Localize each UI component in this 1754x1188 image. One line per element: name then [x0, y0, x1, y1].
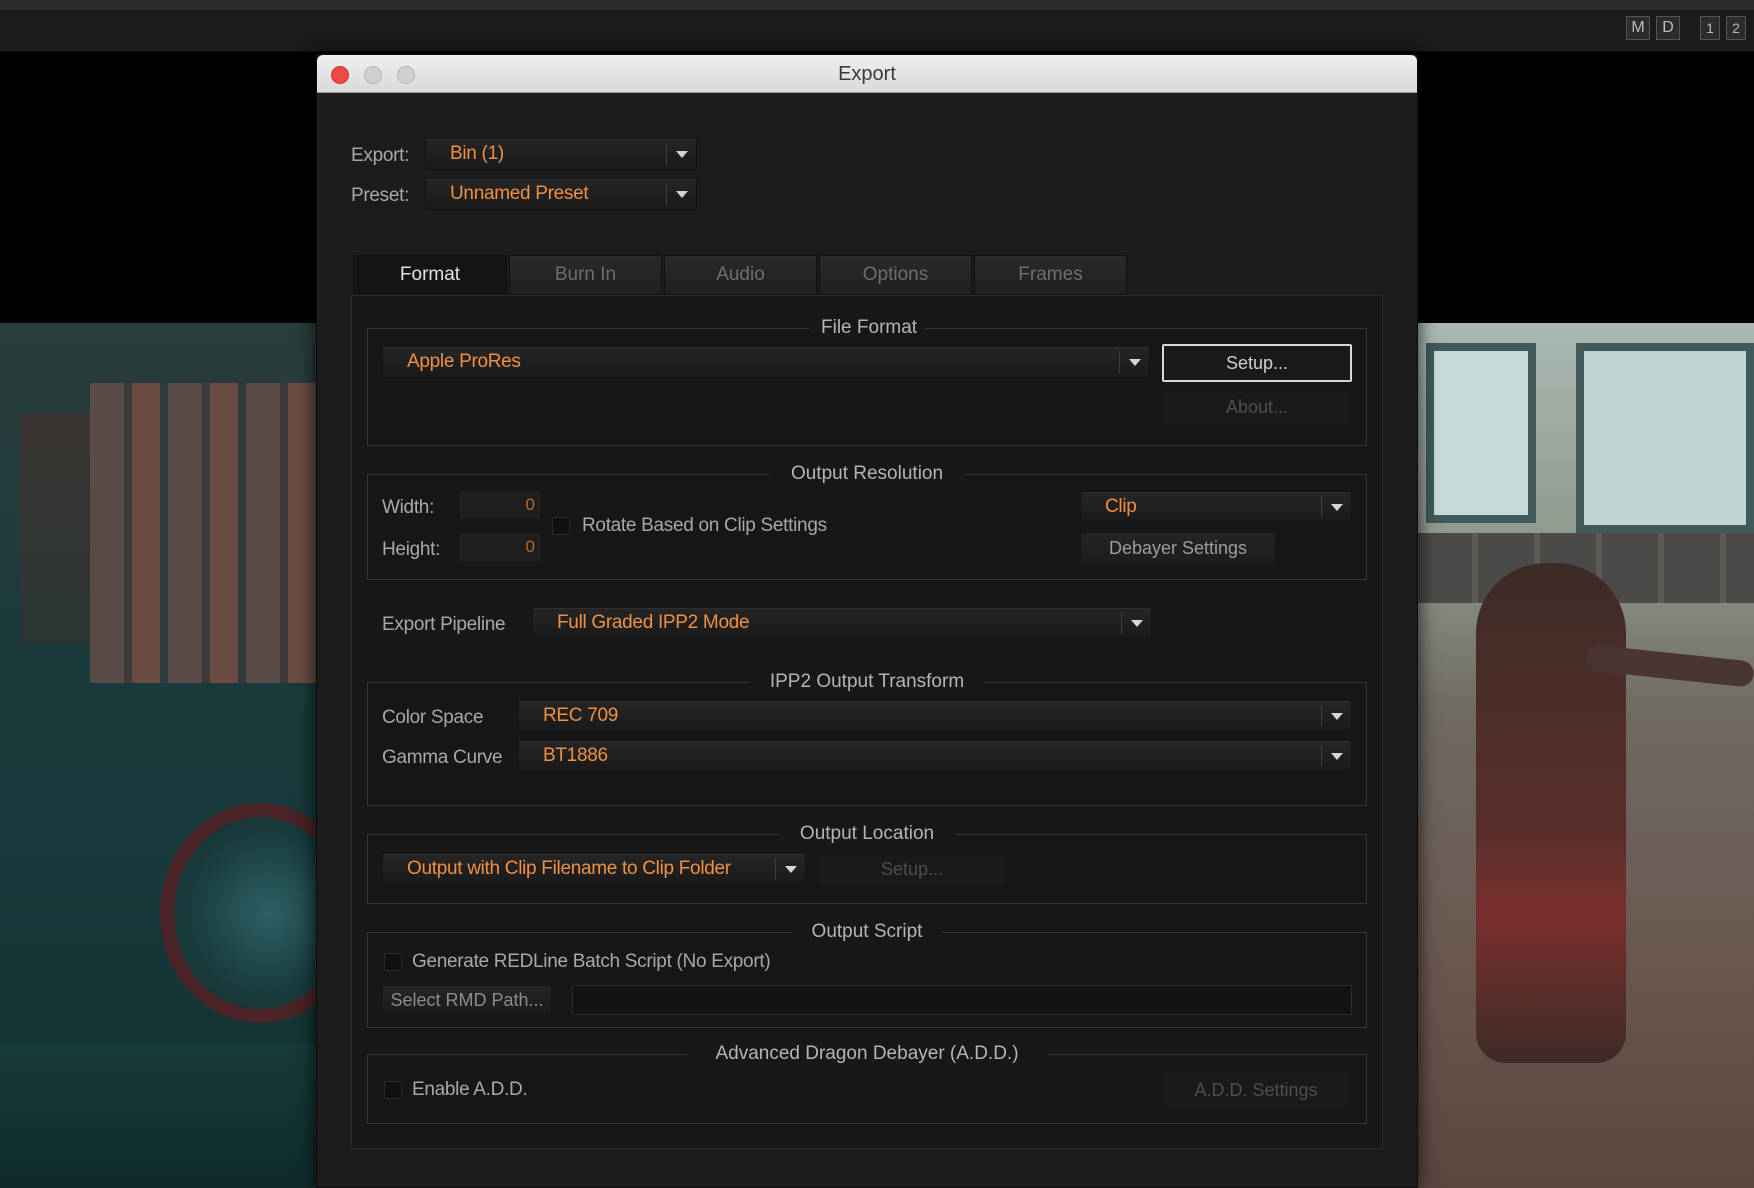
output-location-title: Output Location: [779, 822, 955, 846]
export-label: Export:: [351, 145, 410, 166]
m-button[interactable]: M: [1626, 16, 1650, 40]
background-left-frame: [0, 323, 360, 1188]
generate-script-checkbox[interactable]: [384, 953, 402, 971]
add-title: Advanced Dragon Debayer (A.D.D.): [687, 1042, 1047, 1066]
export-pipeline-value: Full Graded IPP2 Mode: [557, 612, 750, 633]
ipp2-title: IPP2 Output Transform: [750, 670, 984, 694]
height-field[interactable]: 0: [458, 532, 542, 562]
dialog-titlebar[interactable]: Export: [317, 55, 1417, 93]
gamma-curve-label: Gamma Curve: [382, 747, 503, 768]
dropdown-separator: [666, 183, 667, 205]
enable-add-checkbox[interactable]: [384, 1081, 402, 1099]
tab-frames[interactable]: Frames: [974, 255, 1127, 295]
app-top-bar: M D 1 2: [0, 0, 1754, 52]
minimize-icon[interactable]: [364, 66, 382, 84]
output-location-value: Output with Clip Filename to Clip Folder: [407, 858, 731, 879]
preset-value: Unnamed Preset: [450, 183, 589, 204]
posters-wall-left: [20, 413, 90, 643]
resolution-mode-dropdown[interactable]: Clip: [1080, 491, 1352, 523]
rotate-checkbox[interactable]: [552, 517, 570, 535]
preset-label: Preset:: [351, 185, 410, 206]
output-resolution-group: Width: 0 Height: 0 Rotate Based on Clip …: [367, 474, 1367, 580]
output-location-setup-button[interactable]: Setup...: [820, 853, 1004, 885]
dropdown-separator: [1119, 351, 1120, 373]
top-rim: [0, 0, 1754, 10]
add-settings-button[interactable]: A.D.D. Settings: [1160, 1071, 1352, 1109]
format-tab-panel: Apple ProRes Setup... About... File Form…: [351, 295, 1383, 1149]
export-pipeline-dropdown[interactable]: Full Graded IPP2 Mode: [532, 607, 1152, 639]
chevron-down-icon: [1331, 504, 1343, 511]
gamma-curve-dropdown[interactable]: BT1886: [518, 740, 1352, 772]
dropdown-separator: [1321, 705, 1322, 727]
select-rmd-path-button[interactable]: Select RMD Path...: [382, 985, 552, 1015]
zoom-icon[interactable]: [397, 66, 415, 84]
window-right: [1576, 343, 1754, 533]
width-label: Width:: [382, 497, 435, 518]
file-format-title: File Format: [809, 316, 925, 340]
color-space-label: Color Space: [382, 707, 484, 728]
rmd-path-field[interactable]: [572, 985, 1352, 1015]
file-format-value: Apple ProRes: [407, 351, 521, 372]
tab-audio[interactable]: Audio: [664, 255, 817, 295]
output-script-title: Output Script: [792, 920, 942, 944]
debayer-settings-button[interactable]: Debayer Settings: [1080, 532, 1276, 566]
file-format-group: Apple ProRes Setup... About...: [367, 328, 1367, 446]
color-space-value: REC 709: [543, 705, 618, 726]
file-format-about-button[interactable]: About...: [1162, 391, 1352, 425]
layout-1-button[interactable]: 1: [1700, 16, 1720, 40]
tab-options[interactable]: Options: [819, 255, 972, 295]
export-pipeline-label: Export Pipeline: [382, 614, 506, 635]
chevron-down-icon: [1331, 713, 1343, 720]
output-resolution-title: Output Resolution: [769, 462, 965, 486]
window-left: [1426, 343, 1536, 523]
width-field[interactable]: 0: [458, 490, 542, 520]
export-dialog: Export Export: Bin (1) Preset: Unnamed P…: [316, 54, 1418, 1188]
export-value: Bin (1): [450, 143, 504, 164]
layout-2-button[interactable]: 2: [1726, 16, 1746, 40]
dropdown-separator: [666, 143, 667, 165]
preset-dropdown[interactable]: Unnamed Preset: [425, 178, 697, 210]
color-space-dropdown[interactable]: REC 709: [518, 700, 1352, 732]
height-label: Height:: [382, 539, 441, 560]
chevron-down-icon: [1129, 359, 1141, 366]
enable-add-label: Enable A.D.D.: [412, 1079, 528, 1100]
tab-format[interactable]: Format: [353, 255, 507, 295]
rotate-label: Rotate Based on Clip Settings: [582, 515, 827, 536]
d-button[interactable]: D: [1656, 16, 1680, 40]
chevron-down-icon: [676, 151, 688, 158]
output-location-dropdown[interactable]: Output with Clip Filename to Clip Folder: [382, 853, 806, 885]
generate-script-label: Generate REDLine Batch Script (No Export…: [412, 951, 771, 972]
file-format-dropdown[interactable]: Apple ProRes: [382, 346, 1150, 378]
chevron-down-icon: [785, 866, 797, 873]
dropdown-separator: [1121, 612, 1122, 634]
output-script-group: Generate REDLine Batch Script (No Export…: [367, 932, 1367, 1028]
resolution-mode-value: Clip: [1105, 496, 1137, 517]
dialog-title: Export: [838, 63, 896, 85]
file-format-setup-button[interactable]: Setup...: [1162, 344, 1352, 382]
posters-wall: [90, 383, 318, 683]
chevron-down-icon: [1331, 753, 1343, 760]
tab-burn-in[interactable]: Burn In: [509, 255, 662, 295]
chevron-down-icon: [676, 191, 688, 198]
dropdown-separator: [1321, 745, 1322, 767]
chevron-down-icon: [1131, 620, 1143, 627]
dropdown-separator: [775, 858, 776, 880]
gamma-curve-value: BT1886: [543, 745, 608, 766]
floor: [0, 1043, 318, 1188]
ipp2-group: Color Space REC 709 Gamma Curve BT1886: [367, 682, 1367, 806]
export-dropdown[interactable]: Bin (1): [425, 138, 697, 170]
boxer-figure: [1476, 563, 1626, 1063]
close-icon[interactable]: [331, 66, 349, 84]
dropdown-separator: [1321, 496, 1322, 518]
background-right-frame: [1416, 323, 1754, 1188]
